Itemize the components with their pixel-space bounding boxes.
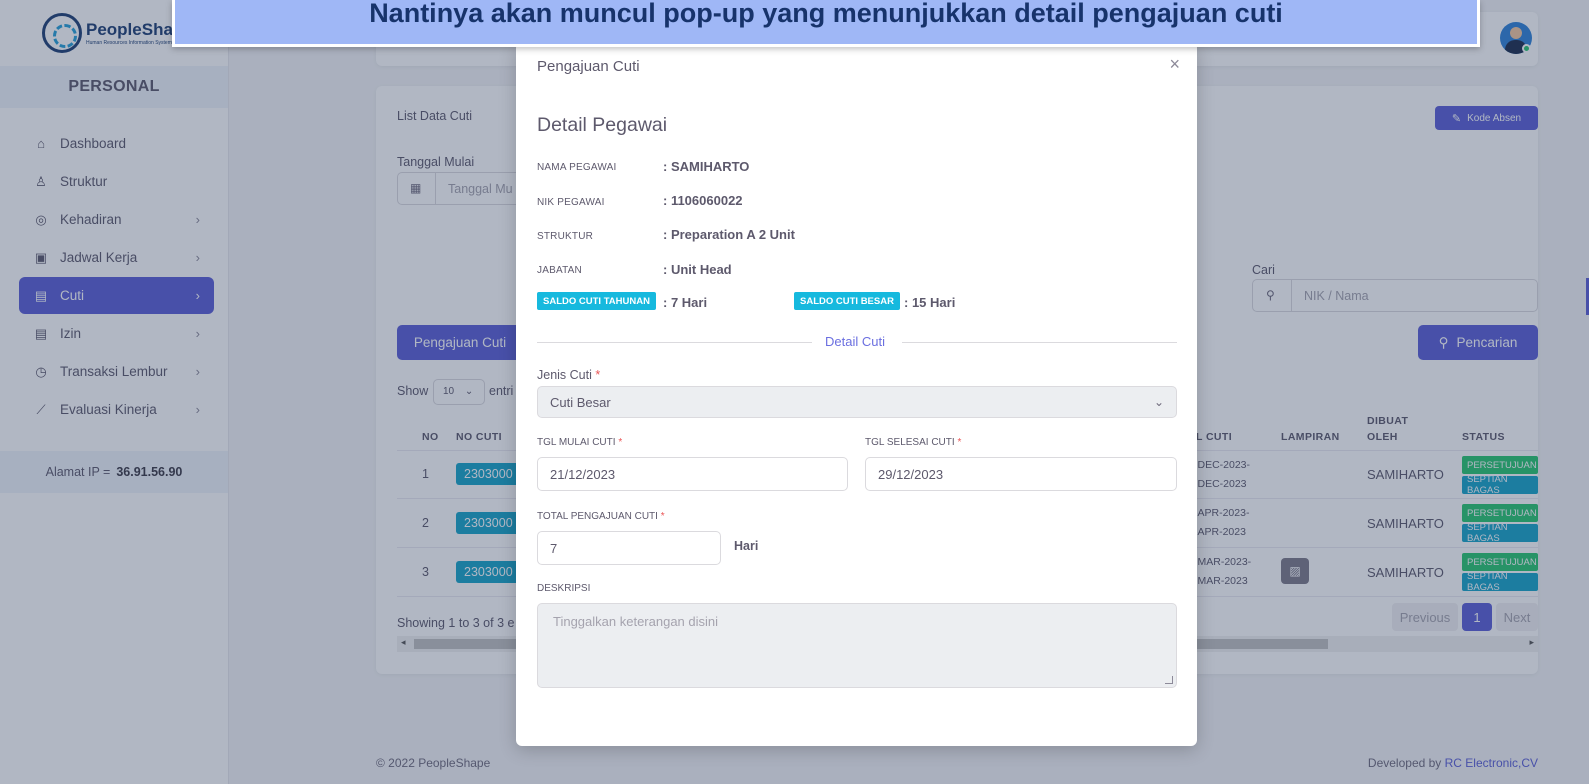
modal-title: Pengajuan Cuti	[537, 58, 640, 75]
deskripsi-placeholder: Tinggalkan keterangan disini	[553, 614, 719, 629]
jabatan-label: JABATAN	[537, 265, 582, 276]
saldo-cuti-besar-value: : 15 Hari	[904, 295, 956, 310]
jabatan-value: : Unit Head	[663, 262, 732, 277]
struktur-label: STRUKTUR	[537, 231, 594, 242]
detail-cuti-label: Detail Cuti	[825, 334, 885, 349]
pengajuan-cuti-modal: Pengajuan Cuti × Detail Pegawai NAMA PEG…	[516, 42, 1197, 746]
chevron-down-icon: ⌄	[1153, 395, 1164, 409]
saldo-cuti-besar-badge: SALDO CUTI BESAR	[794, 292, 900, 310]
resize-handle-icon[interactable]	[1165, 676, 1173, 684]
divider-left	[537, 342, 812, 343]
total-unit: Hari	[734, 539, 759, 553]
deskripsi-textarea[interactable]: Tinggalkan keterangan disini	[537, 603, 1177, 688]
jenis-cuti-value: Cuti Besar	[550, 394, 611, 410]
total-pengajuan-label: TOTAL PENGAJUAN CUTI *	[537, 511, 665, 522]
detail-pegawai-heading: Detail Pegawai	[537, 114, 668, 136]
tgl-selesai-input[interactable]: 29/12/2023	[865, 457, 1177, 491]
nama-pegawai-label: NAMA PEGAWAI	[537, 162, 617, 173]
tgl-mulai-input[interactable]: 21/12/2023	[537, 457, 848, 491]
tgl-selesai-label: TGL SELESAI CUTI *	[865, 437, 962, 448]
divider-right	[902, 342, 1177, 343]
tgl-mulai-label: TGL MULAI CUTI *	[537, 437, 623, 448]
banner-text: Nantinya akan muncul pop-up yang menunju…	[369, 0, 1283, 28]
jenis-cuti-label: Jenis Cuti *	[537, 368, 601, 382]
instruction-banner: Nantinya akan muncul pop-up yang menunju…	[172, 0, 1480, 47]
nik-pegawai-value: : 1106060022	[663, 193, 743, 208]
saldo-cuti-tahunan-value: : 7 Hari	[663, 295, 708, 310]
close-icon[interactable]: ×	[1169, 54, 1180, 75]
saldo-cuti-tahunan-badge: SALDO CUTI TAHUNAN	[537, 292, 656, 310]
jenis-cuti-select[interactable]: Cuti Besar ⌄	[537, 386, 1177, 418]
nik-pegawai-label: NIK PEGAWAI	[537, 197, 605, 208]
total-pengajuan-input[interactable]: 7	[537, 531, 721, 565]
struktur-value: : Preparation A 2 Unit	[663, 227, 795, 242]
nama-pegawai-value: : SAMIHARTO	[663, 159, 750, 174]
deskripsi-label: DESKRIPSI	[537, 583, 591, 594]
